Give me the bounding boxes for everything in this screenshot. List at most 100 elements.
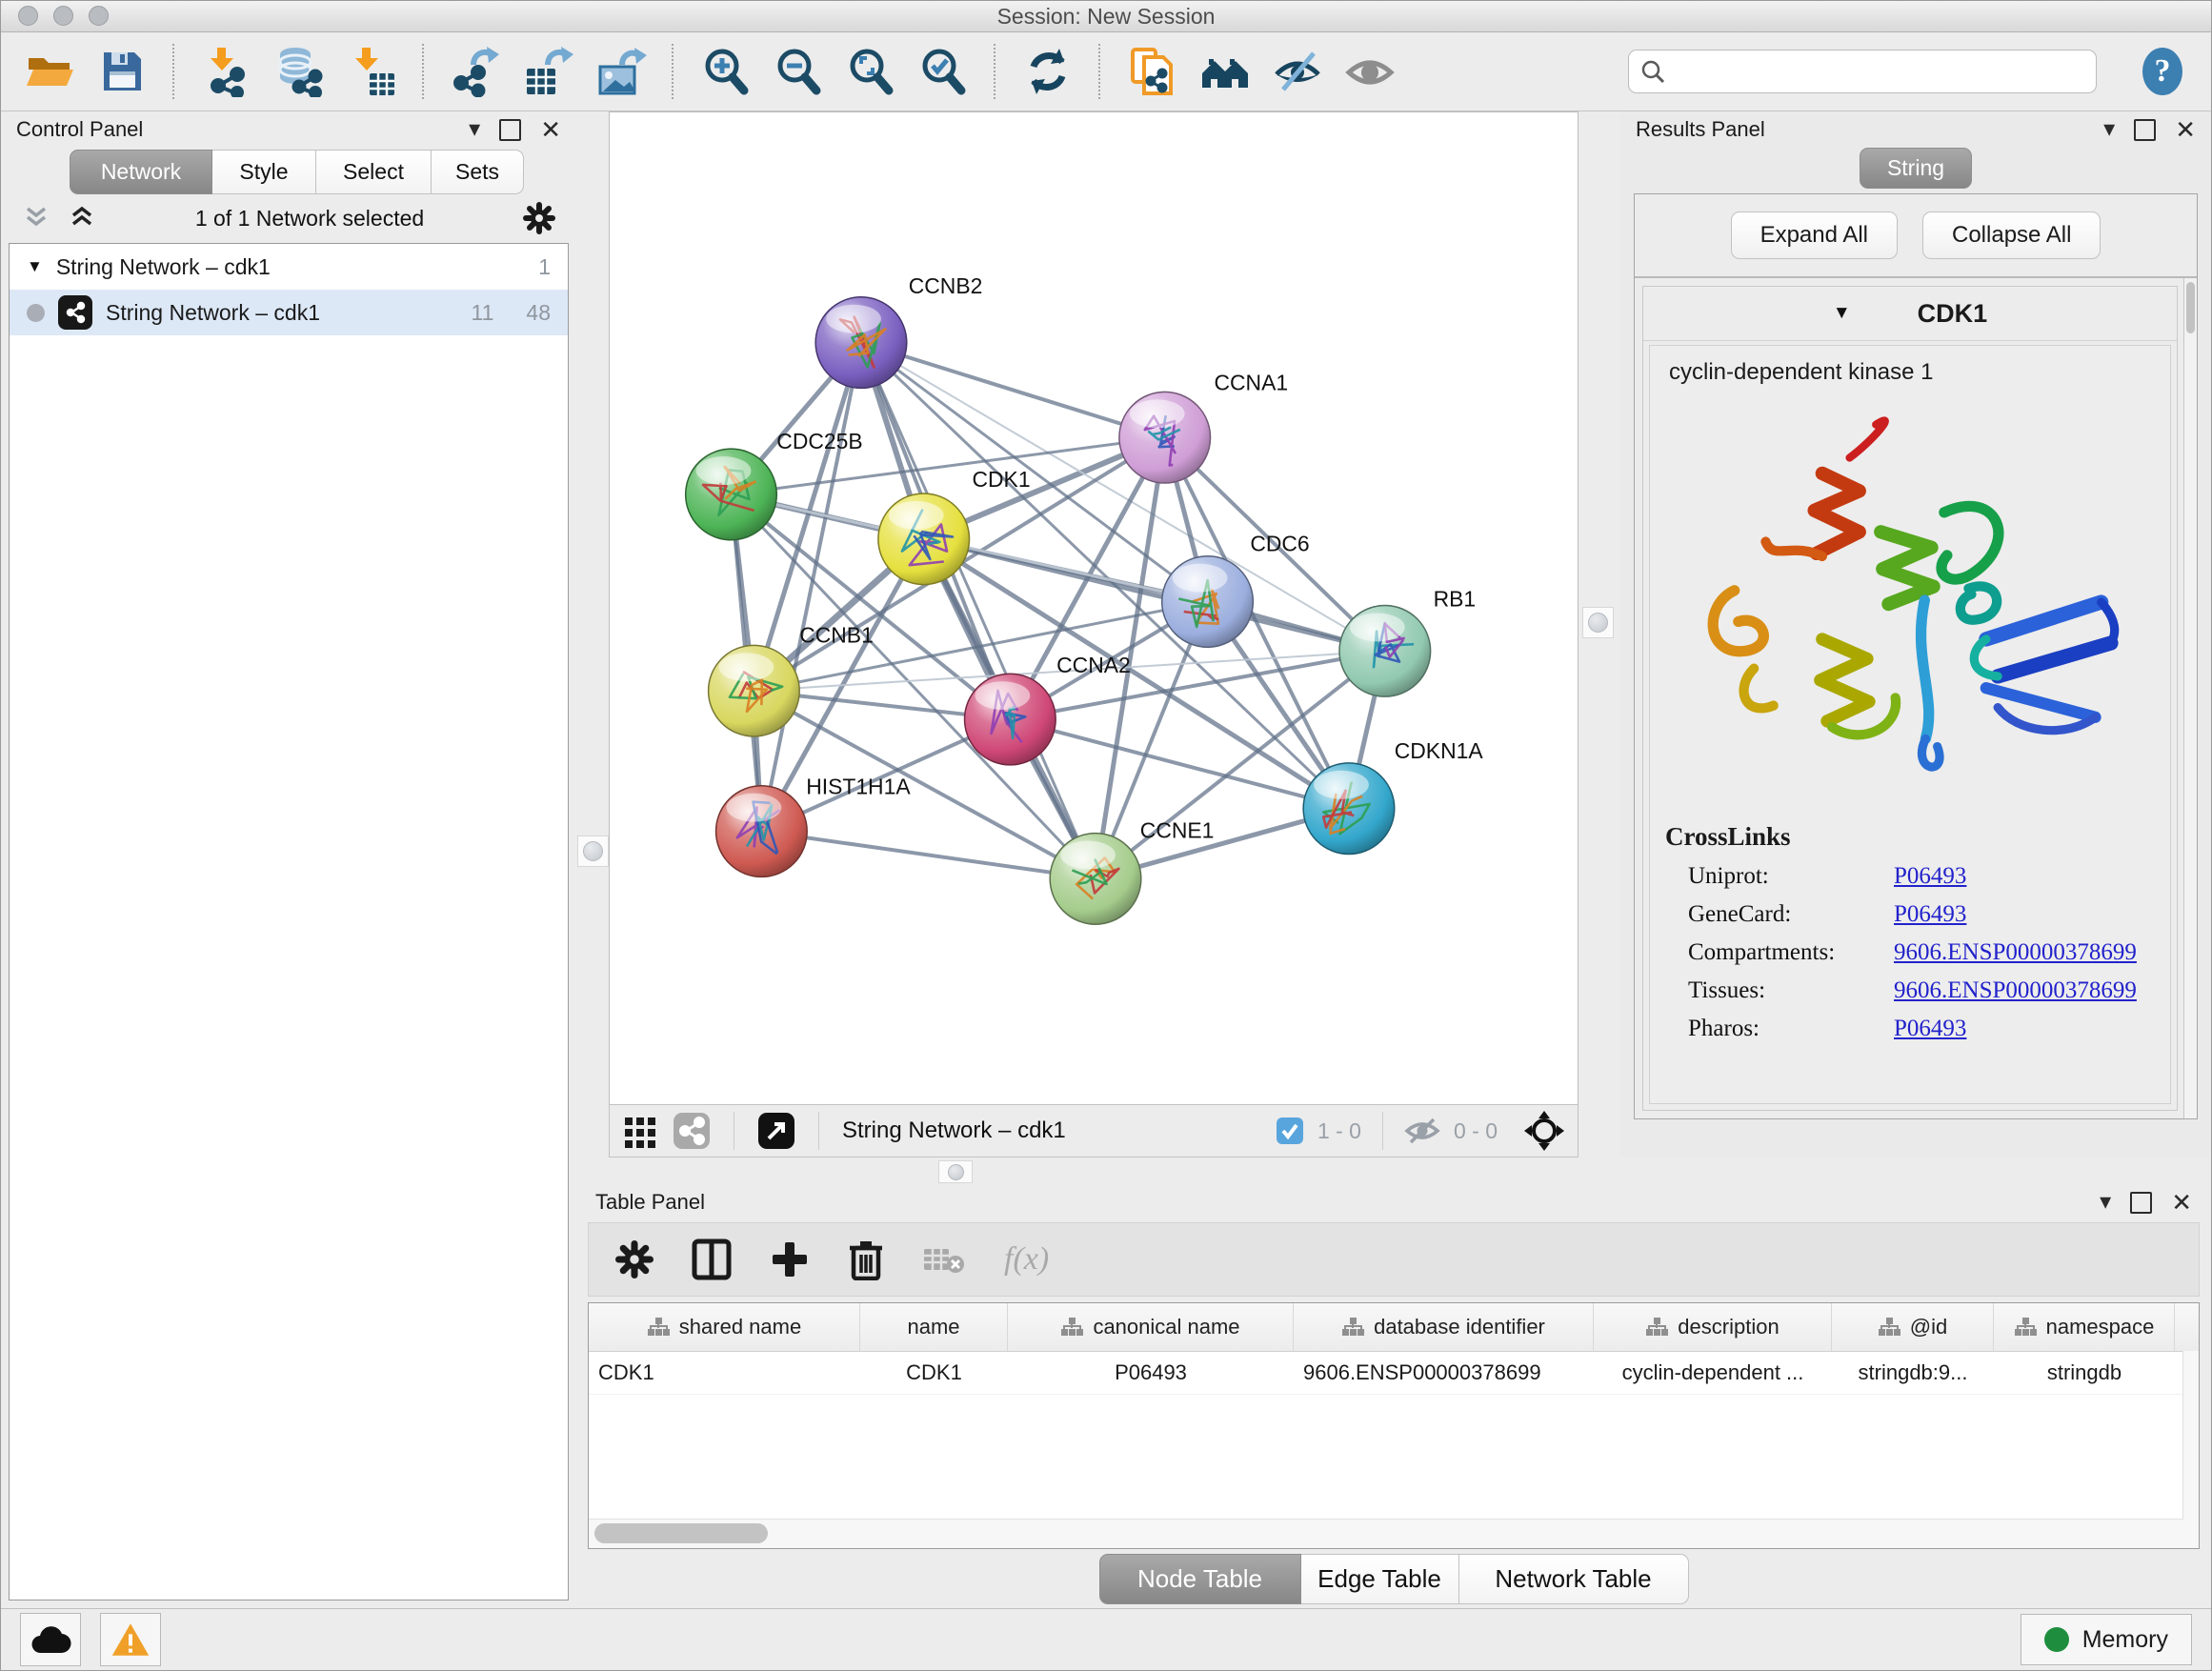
gear-icon[interactable] [523,202,555,234]
column-header--id[interactable]: @id [1832,1303,1994,1351]
table-panel-float-icon[interactable] [2130,1192,2152,1214]
zoom-window-button[interactable] [89,6,109,26]
network-edge[interactable] [761,832,1096,879]
horizontal-splitter-handle[interactable] [938,1160,973,1183]
network-footer-title: String Network – cdk1 [842,1117,1066,1144]
table-row[interactable]: CDK1CDK1P064939606.ENSP00000378699cyclin… [589,1352,2199,1395]
add-column-icon[interactable] [770,1238,810,1280]
right-splitter[interactable] [1579,111,1620,1158]
selected-checkbox-icon[interactable] [1276,1117,1304,1145]
import-database-icon[interactable] [268,41,331,102]
function-builder-icon[interactable]: f(x) [1004,1241,1049,1278]
tab-network-table[interactable]: Network Table [1459,1554,1689,1604]
left-splitter-handle[interactable] [577,836,609,867]
crosslink-link[interactable]: 9606.ENSP00000378699 [1894,977,2137,1003]
network-node-cdk1[interactable]: CDK1 [878,467,1031,585]
right-splitter-handle[interactable] [1582,607,1614,638]
network-row[interactable]: String Network – cdk1 11 48 [10,290,568,335]
memory-button[interactable]: Memory [2021,1614,2192,1665]
warning-icon[interactable] [100,1613,161,1666]
tree-expand-icon[interactable]: ▼ [27,257,43,276]
control-panel-menu-icon[interactable]: ▾ [469,118,480,141]
export-network-icon[interactable] [445,41,508,102]
column-header-description[interactable]: description [1594,1303,1832,1351]
table-gear-icon[interactable] [615,1240,654,1278]
results-scrollbar[interactable] [2183,278,2197,1118]
show-icon[interactable] [1338,41,1401,102]
left-splitter[interactable] [576,111,609,1158]
birds-eye-icon[interactable] [1524,1111,1564,1151]
close-window-button[interactable] [18,6,38,26]
collection-count: 1 [538,254,551,280]
grid-view-icon[interactable] [623,1114,657,1148]
table-horizontal-scrollbar[interactable] [589,1519,2183,1548]
column-header-database-identifier[interactable]: database identifier [1294,1303,1594,1351]
help-icon[interactable]: ? [2131,41,2194,102]
network-node-rb1[interactable]: RB1 [1339,587,1476,697]
control-panel-float-icon[interactable] [499,119,521,141]
collapse-all-button[interactable]: Collapse All [1922,211,2101,259]
home-icon[interactable] [1194,41,1257,102]
column-header-namespace[interactable]: namespace [1994,1303,2175,1351]
network-node-cdc6[interactable]: CDC6 [1162,532,1310,648]
open-in-window-icon[interactable] [757,1112,795,1150]
crosslink-link[interactable]: P06493 [1894,863,1966,889]
table-panel-menu-icon[interactable]: ▾ [2100,1191,2111,1214]
search-input[interactable] [1675,58,2084,85]
control-panel-close-icon[interactable]: ✕ [540,117,561,142]
scrollbar-thumb[interactable] [594,1523,768,1543]
refresh-layout-icon[interactable] [1016,41,1079,102]
tab-string[interactable]: String [1860,148,1972,189]
hide-icon[interactable] [1266,41,1329,102]
results-panel-menu-icon[interactable]: ▾ [2103,118,2115,141]
results-panel-float-icon[interactable] [2134,119,2156,141]
cloud-icon[interactable] [20,1613,81,1666]
tab-sets[interactable]: Sets [432,150,524,194]
zoom-out-icon[interactable] [767,41,830,102]
network-collection-row[interactable]: ▼ String Network – cdk1 1 [10,244,568,290]
crosslink-link[interactable]: P06493 [1894,1016,1966,1041]
column-header-shared-name[interactable]: shared name [589,1303,860,1351]
crosslink-link[interactable]: P06493 [1894,901,1966,927]
network-node-hist1h1a[interactable]: HIST1H1A [716,775,912,877]
tab-style[interactable]: Style [212,150,316,194]
horizontal-splitter[interactable] [576,1158,2211,1184]
open-session-icon[interactable] [18,41,81,102]
save-session-icon[interactable] [90,41,153,102]
table-vertical-scrollbar[interactable] [2182,1351,2199,1548]
tab-node-table[interactable]: Node Table [1099,1554,1301,1604]
entry-collapse-icon[interactable]: ▼ [1833,303,1851,324]
column-header-name[interactable]: name [860,1303,1008,1351]
delete-column-icon[interactable] [848,1238,884,1280]
hidden-eye-icon[interactable] [1404,1117,1440,1145]
expand-all-button[interactable]: Expand All [1731,211,1898,259]
tab-edge-table[interactable]: Edge Table [1301,1554,1459,1604]
column-header-canonical-name[interactable]: canonical name [1008,1303,1294,1351]
node-entry-header[interactable]: ▼ CDK1 [1643,287,2177,341]
import-table-icon[interactable] [340,41,403,102]
network-node-ccnb1[interactable]: CCNB1 [709,622,874,736]
network-canvas[interactable]: CCNB2CCNA1CDC25BCDK1CDC6RB1CCNB1CCNA2CDK… [609,111,1579,1104]
copy-network-icon[interactable] [1121,41,1184,102]
import-network-icon[interactable] [195,41,258,102]
network-graph[interactable]: CCNB2CCNA1CDC25BCDK1CDC6RB1CCNB1CCNA2CDK… [610,112,1578,1104]
table-panel-close-icon[interactable]: ✕ [2171,1190,2192,1215]
tab-select[interactable]: Select [316,150,432,194]
expand-all-icon[interactable] [68,206,96,231]
zoom-selected-icon[interactable] [912,41,975,102]
results-panel-close-icon[interactable]: ✕ [2175,117,2196,142]
network-edge[interactable] [861,343,1165,438]
delete-table-icon[interactable] [922,1243,966,1276]
minimize-window-button[interactable] [53,6,73,26]
show-columns-icon[interactable] [692,1238,732,1280]
tab-network[interactable]: Network [70,150,212,194]
zoom-in-icon[interactable] [694,41,757,102]
export-table-icon[interactable] [517,41,580,102]
collapse-all-icon[interactable] [22,206,50,231]
crosslink-link[interactable]: 9606.ENSP00000378699 [1894,939,2137,965]
network-node-cdkn1a[interactable]: CDKN1A [1303,738,1483,855]
zoom-fit-icon[interactable] [839,41,902,102]
export-image-icon[interactable] [590,41,653,102]
share-view-icon[interactable] [673,1112,711,1150]
network-node-ccna1[interactable]: CCNA1 [1119,370,1288,483]
